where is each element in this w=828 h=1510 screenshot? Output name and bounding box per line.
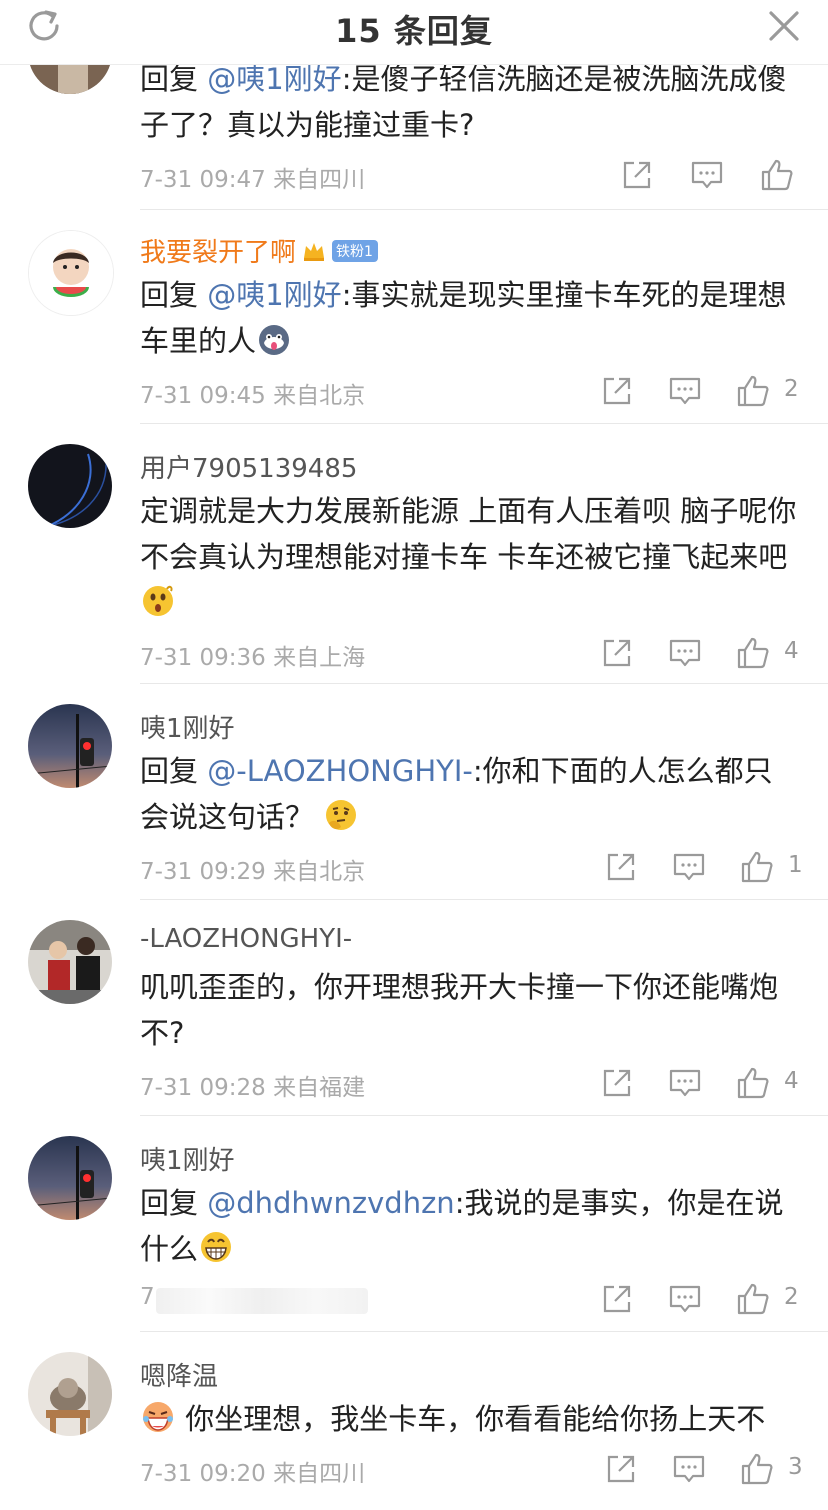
thinking-emoji [326,800,357,830]
comment-item[interactable]: 用户7905139485 定调就是大力发展新能源 上面有人压着呗 脑子呢你不会真… [0,424,828,684]
comment-text: 回复 @-LAOZHONGHYI-:你和下面的人怎么都只会说这句话？ [140,754,773,834]
like-icon[interactable] [740,850,774,884]
username[interactable]: 咦1刚好 [140,1140,235,1177]
comment-meta: 7-31 09:47 来自四川 [140,160,365,194]
comment-time: 7-31 09:47 [140,167,266,193]
comment-time: 7 [140,1284,155,1310]
avatar[interactable] [28,1136,112,1220]
comment-time: 7-31 09:45 [140,383,266,409]
comment-icon[interactable] [668,636,702,670]
share-icon[interactable] [600,636,634,670]
comment-actions: 2 [600,374,800,408]
username[interactable]: 嗯降温 [140,1356,218,1393]
avatar[interactable] [28,1352,112,1436]
comment-text: 回复 @咦1刚好:是傻子轻信洗脑还是被洗脑洗成傻子了？真以为能撞过重卡? [140,62,787,142]
comment-location: 来自四川 [273,167,366,193]
comment-actions: 4 [600,636,800,670]
comment-meta: 7-31 09:36 来自上海 [140,638,365,672]
comment-meta: 7 [140,1284,155,1310]
comment-time: 7-31 09:20 [140,1461,266,1487]
close-icon[interactable] [766,8,802,44]
husky-emoji [259,325,290,355]
comment-item[interactable]: 我要裂开了啊 铁粉1 回复 @咦1刚好:事实就是现实里撞卡车死的是理想车里的人 7… [0,210,828,424]
comment-actions: 3 [604,1452,803,1486]
comment-text: 定调就是大力发展新能源 上面有人压着呗 脑子呢你不会真认为理想能对撞卡车 卡车还… [140,488,800,626]
comment-item[interactable]: 嗯降温 你坐理想，我坐卡车，你看看能给你扬上天不 7-31 09:20 来自四川… [0,1332,828,1510]
comment-icon[interactable] [672,1452,706,1486]
comment-location: 来自福建 [273,1075,366,1101]
comment-location: 来自北京 [273,859,366,885]
like-icon[interactable] [736,374,770,408]
comment-location: 来自上海 [273,645,366,671]
share-icon[interactable] [620,158,654,192]
mention-link[interactable]: @咦1刚好 [207,62,341,96]
comment-meta: 7-31 09:29 来自北京 [140,852,365,886]
username[interactable]: 用户7905139485 [140,448,357,485]
comment-meta: 7-31 09:20 来自四川 [140,1454,365,1488]
comment-icon[interactable] [668,1282,702,1316]
comment-actions: 2 [600,1282,800,1316]
share-icon[interactable] [600,1066,634,1100]
comment-time: 7-31 09:29 [140,859,266,885]
like-count: 2 [784,376,799,402]
comment-item[interactable]: 咦1刚好 回复 @dhdhwnzvdhzn:我说的是事实，你是在说什么 7 2 [0,1116,828,1332]
comment-actions: 1 [604,850,803,884]
laugh-emoji [143,1402,173,1432]
comment-meta: 7-31 09:28 来自福建 [140,1068,365,1102]
comment-actions [620,158,800,192]
like-icon[interactable] [740,1452,774,1486]
like-count: 1 [788,852,803,878]
comment-location: 来自四川 [273,1461,366,1487]
avatar[interactable] [28,920,112,1004]
comment-icon[interactable] [672,850,706,884]
comment-text: 回复 @咦1刚好:事实就是现实里撞卡车死的是理想车里的人 [140,278,787,358]
like-icon[interactable] [736,1282,770,1316]
comment-time: 7-31 09:28 [140,1075,266,1101]
mention-link[interactable]: @dhdhwnzvdhzn [207,1186,454,1220]
like-count: 2 [784,1284,799,1310]
reply-header: 15 条回复 [0,0,828,65]
username[interactable]: 咦1刚好 [140,708,235,745]
username[interactable]: -LAOZHONGHYI- [140,924,352,954]
like-count: 4 [784,1068,799,1094]
like-count: 4 [784,638,799,664]
blurred-text [156,1288,368,1314]
comment-item[interactable]: 咦1刚好 回复 @-LAOZHONGHYI-:你和下面的人怎么都只会说这句话？ … [0,684,828,900]
like-icon[interactable] [760,158,794,192]
surprised-emoji [143,585,173,616]
comment-icon[interactable] [690,158,724,192]
page-title: 15 条回复 [335,12,493,50]
comment-time: 7-31 09:36 [140,645,266,671]
like-icon[interactable] [736,636,770,670]
grin-emoji [201,1232,232,1262]
comment-text: 叽叽歪歪的，你开理想我开大卡撞一下你还能嘴炮不? [140,970,779,1050]
mention-link[interactable]: @-LAOZHONGHYI- [207,754,473,788]
comment-text: 你坐理想，我坐卡车，你看看能给你扬上天不 [140,1396,800,1442]
comment-location: 来自北京 [273,383,366,409]
mention-link[interactable]: @咦1刚好 [207,278,341,312]
comment-actions: 4 [600,1066,800,1100]
fan-badge: 铁粉1 [332,239,378,262]
share-icon[interactable] [600,1282,634,1316]
share-icon[interactable] [604,850,638,884]
comment-text: 回复 @dhdhwnzvdhzn:我说的是事实，你是在说什么 [140,1186,784,1266]
comment-icon[interactable] [668,1066,702,1100]
crown-icon [304,242,325,261]
comment-icon[interactable] [668,374,702,408]
avatar[interactable] [28,230,114,316]
comment-meta: 7-31 09:45 来自北京 [140,376,365,410]
avatar[interactable] [28,704,112,788]
like-count: 3 [788,1454,803,1480]
avatar[interactable] [28,444,112,528]
like-icon[interactable] [736,1066,770,1100]
username[interactable]: 我要裂开了啊 铁粉1 [140,232,378,269]
share-icon[interactable] [604,1452,638,1486]
share-icon[interactable] [600,374,634,408]
comment-item[interactable]: -LAOZHONGHYI- 叽叽歪歪的，你开理想我开大卡撞一下你还能嘴炮不? 7… [0,900,828,1116]
